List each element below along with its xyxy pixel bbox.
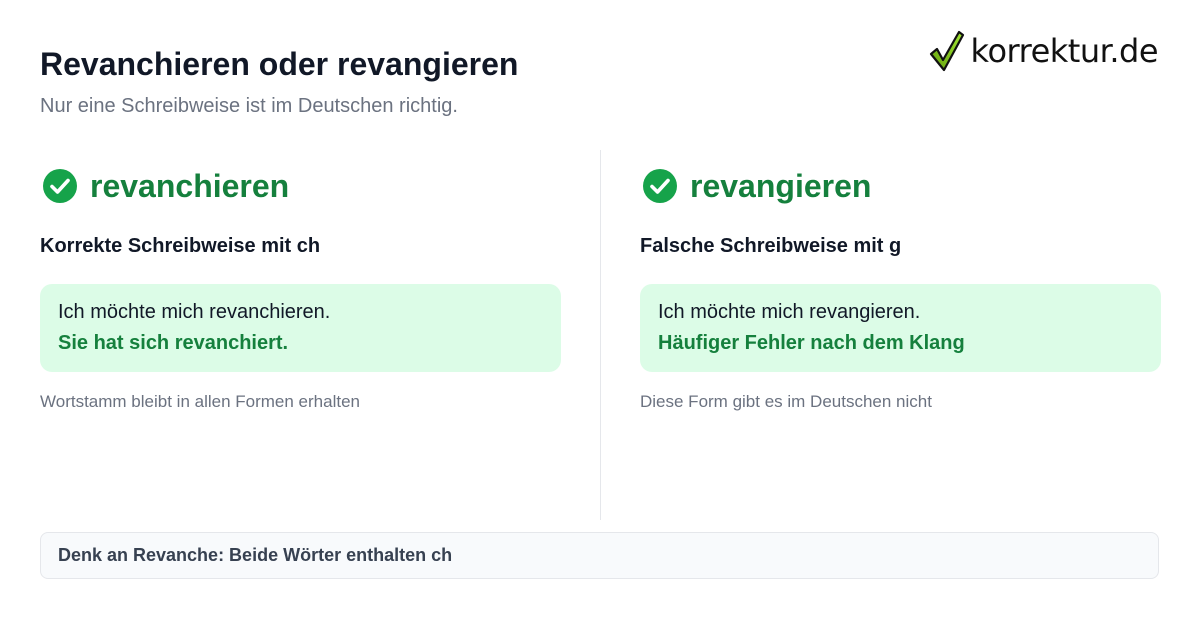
logo: korrektur.de [929, 30, 1159, 72]
spelling-label: Korrekte Schreibweise mit ch [40, 235, 321, 257]
word-title: revanchieren [90, 168, 290, 204]
spelling-label: Falsche Schreibweise mit g [640, 235, 902, 257]
checkmark-icon [929, 30, 965, 72]
incorrect-column: revangieren Falsche Schreibweise mit g I… [640, 166, 1161, 412]
footer-tip: Denk an Revanche: Beide Wörter enthalten… [40, 532, 1159, 579]
note-text: Wortstamm bleibt in allen Formen erhalte… [40, 392, 360, 411]
note-text: Diese Form gibt es im Deutschen nicht [640, 392, 932, 411]
header: Revanchieren oder revangieren Nur eine S… [40, 44, 518, 118]
example-highlight: Häufiger Fehler nach dem Klang [658, 332, 965, 354]
check-circle-icon [643, 169, 677, 203]
example-highlight: Sie hat sich revanchiert. [58, 332, 289, 354]
word-heading: revangieren [640, 166, 1161, 206]
word-heading: revanchieren [40, 166, 561, 206]
logo-text: korrektur.de [970, 32, 1159, 70]
page-title: Revanchieren oder revangieren [40, 46, 519, 82]
example-box: Ich möchte mich revanchieren. Sie hat si… [40, 284, 561, 372]
example-sentence: Ich möchte mich revanchieren. [58, 301, 331, 323]
correct-column: revanchieren Korrekte Schreibweise mit c… [40, 166, 561, 412]
page-subtitle: Nur eine Schreibweise ist im Deutschen r… [40, 95, 458, 117]
example-sentence: Ich möchte mich revangieren. [658, 301, 921, 323]
check-circle-icon [43, 169, 77, 203]
column-divider [600, 150, 601, 520]
word-title: revangieren [690, 168, 872, 204]
example-box: Ich möchte mich revangieren. Häufiger Fe… [640, 284, 1161, 372]
footer-tip-text: Denk an Revanche: Beide Wörter enthalten… [58, 545, 453, 565]
